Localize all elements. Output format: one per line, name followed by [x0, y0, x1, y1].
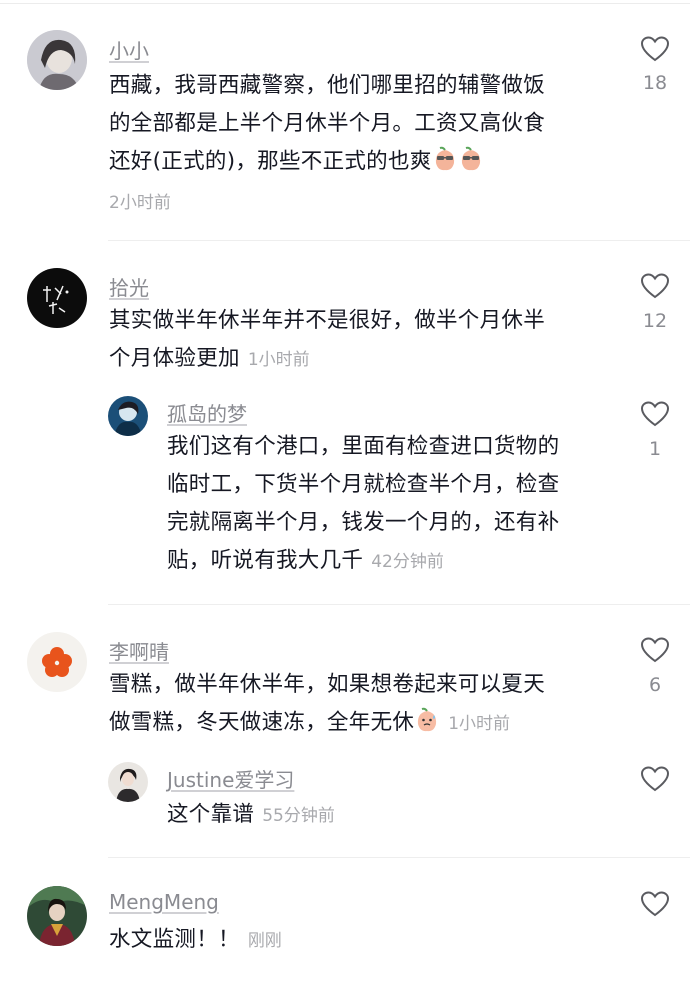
comment-time: 55分钟前	[262, 806, 335, 826]
like-button[interactable]	[640, 765, 670, 793]
comment-time: 刚刚	[247, 931, 282, 951]
comment-text-line-with-time: 水文监测！！ 刚刚	[109, 921, 629, 960]
avatar[interactable]	[27, 886, 87, 946]
avatar[interactable]	[108, 762, 148, 802]
heart-icon	[640, 401, 670, 427]
comment-text: 我们这有个港口，里面有检查进口货物的 临时工，下货半个月就检查半个月，检查 完就…	[167, 428, 617, 581]
like-count: 12	[642, 310, 668, 332]
username[interactable]: Justine爱学习	[167, 764, 294, 793]
peach-glasses-emoji	[432, 146, 458, 172]
divider	[108, 240, 690, 241]
comment-text-line: 临时工，下货半个月就检查半个月，检查	[167, 472, 560, 497]
comment-text: 其实做半年休半年并不是很好，做半个月休半 个月体验更加 1小时前	[109, 302, 629, 379]
comment-text: 雪糕，做半年休半年，如果想卷起来可以夏天 做雪糕，冬天做速冻，全年无休 1小时前	[109, 666, 629, 743]
avatar[interactable]	[108, 396, 148, 436]
comment-text-line: 贴，听说有我大几千	[167, 548, 364, 573]
comment-text-line: 做雪糕，冬天做速冻，全年无休	[109, 710, 415, 735]
like-count: 6	[648, 674, 662, 696]
comment-text-line: 还好(正式的)，那些不正式的也爽	[109, 149, 432, 174]
username[interactable]: 李啊晴	[109, 636, 169, 665]
heart-icon	[640, 273, 670, 299]
comment-text-line: 个月体验更加	[109, 346, 240, 371]
comment-time: 2小时前	[109, 193, 171, 213]
like-count: 1	[648, 438, 662, 460]
comment-text-line: 的全部都是上半个月休半个月。工资又高伙食	[109, 111, 546, 136]
divider	[108, 604, 690, 605]
like-button[interactable]	[640, 636, 670, 664]
comment-text: 水文监测！！ 刚刚	[109, 921, 629, 960]
comment-text-line: 这个靠谱	[167, 802, 255, 827]
comment-time: 1小时前	[448, 714, 511, 734]
comment-time: 42分钟前	[371, 552, 444, 572]
comment-text-line-with-time: 贴，听说有我大几千 42分钟前	[167, 542, 617, 581]
like-button[interactable]	[640, 35, 670, 63]
peach-glasses-emoji	[458, 146, 484, 172]
username[interactable]: 孤岛的梦	[167, 398, 247, 427]
username[interactable]: 拾光	[109, 272, 149, 301]
heart-icon	[640, 766, 670, 792]
comment-text-line-with-time: 个月体验更加 1小时前	[109, 340, 629, 379]
heart-icon	[640, 891, 670, 917]
comment-text: 这个靠谱 55分钟前	[167, 796, 617, 835]
like-button[interactable]	[640, 400, 670, 428]
comment-text-line-with-emoji: 做雪糕，冬天做速冻，全年无休 1小时前	[109, 704, 629, 743]
heart-icon	[640, 637, 670, 663]
comment-time: 1小时前	[247, 350, 310, 370]
comment-text: 西藏，我哥西藏警察，他们哪里招的辅警做饭 的全部都是上半个月休半个月。工资又高伙…	[109, 67, 629, 181]
top-divider	[0, 3, 690, 4]
username[interactable]: MengMeng	[109, 890, 219, 914]
avatar[interactable]	[27, 268, 87, 328]
comment-text-line-with-time: 这个靠谱 55分钟前	[167, 796, 617, 835]
comment-text-line: 西藏，我哥西藏警察，他们哪里招的辅警做饭	[109, 73, 546, 98]
divider	[108, 857, 690, 858]
avatar[interactable]	[27, 30, 87, 90]
comment-text-line: 雪糕，做半年休半年，如果想卷起来可以夏天	[109, 672, 546, 697]
like-button[interactable]	[640, 890, 670, 918]
avatar[interactable]	[27, 632, 87, 692]
comment-text-line: 水文监测！！	[109, 927, 240, 952]
like-count: 18	[642, 72, 668, 94]
like-button[interactable]	[640, 272, 670, 300]
heart-icon	[640, 36, 670, 62]
comment-text-line: 完就隔离半个月，钱发一个月的，还有补	[167, 510, 560, 535]
comment-text-line: 其实做半年休半年并不是很好，做半个月休半	[109, 308, 546, 333]
username[interactable]: 小小	[109, 35, 149, 64]
comment-text-line-with-emoji: 还好(正式的)，那些不正式的也爽	[109, 143, 629, 181]
peach-sweat-emoji	[414, 707, 440, 733]
comment-text-line: 我们这有个港口，里面有检查进口货物的	[167, 434, 560, 459]
